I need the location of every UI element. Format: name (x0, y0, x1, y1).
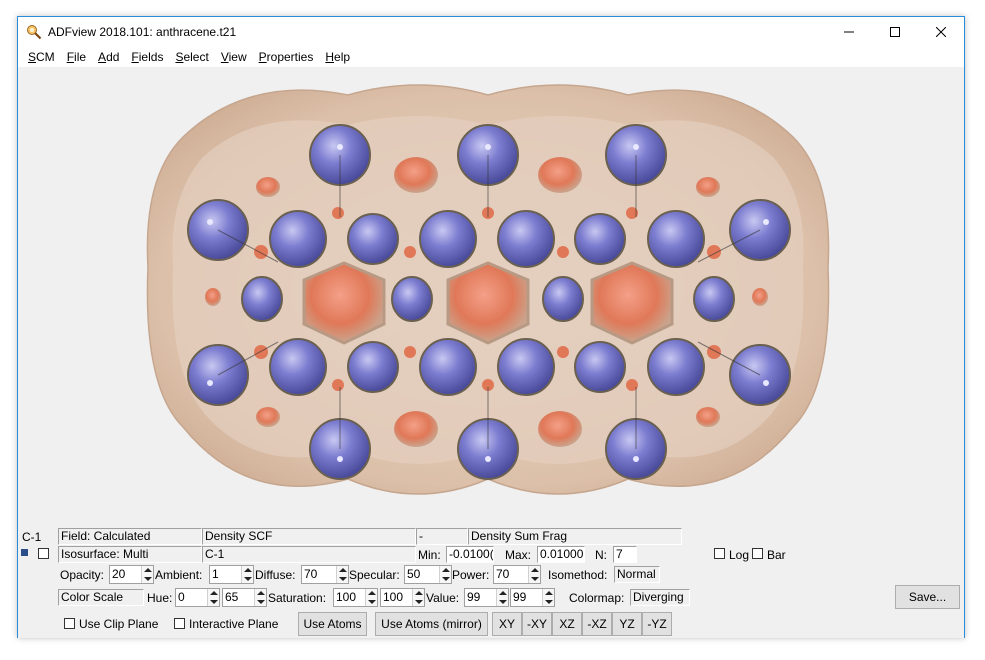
selection-indicator (21, 549, 28, 556)
density-field2-display[interactable]: Density Sum Frag (468, 528, 682, 545)
spin-arrows-icon[interactable] (439, 566, 451, 583)
field-type-display: Field: Calculated (58, 528, 202, 545)
use-atoms-mirror-button[interactable]: Use Atoms (mirror) (375, 612, 488, 636)
max-label: Max: (505, 548, 532, 562)
clip-plane-label: Use Clip Plane (79, 617, 159, 631)
spin-arrows-icon[interactable] (207, 589, 219, 606)
ambient-spinbox[interactable]: 1 (209, 565, 254, 584)
saturation-spinbox-2[interactable]: 100 (380, 588, 425, 607)
window-controls (826, 17, 964, 47)
isosurface-name-display: C-1 (202, 546, 416, 563)
opacity-spinbox[interactable]: 20 (109, 565, 154, 584)
menu-scm[interactable]: SCM (22, 50, 61, 64)
colormap-label: Colormap: (569, 591, 625, 605)
min-input[interactable]: -0.0100( (446, 546, 494, 563)
window-title: ADFview 2018.101: anthracene.t21 (48, 25, 237, 39)
clip-plane-checkbox[interactable] (64, 618, 75, 629)
close-button[interactable] (918, 17, 964, 47)
view-minus-xz-button[interactable]: -XZ (582, 612, 612, 636)
minimize-button[interactable] (826, 17, 872, 47)
density-field-display[interactable]: Density SCF (202, 528, 416, 545)
ambient-label: Ambient: (155, 568, 203, 582)
saturation-spinbox-1[interactable]: 100 (333, 588, 378, 607)
spin-arrows-icon[interactable] (412, 589, 424, 606)
diffuse-spinbox[interactable]: 70 (301, 565, 349, 584)
colormap-select[interactable]: Diverging (630, 589, 690, 606)
spin-arrows-icon[interactable] (336, 566, 348, 583)
hue-label: Hue: (147, 591, 173, 605)
use-atoms-button[interactable]: Use Atoms (298, 612, 367, 636)
spin-arrows-icon[interactable] (365, 589, 377, 606)
ring-hexagons (302, 261, 674, 345)
bar-label: Bar (767, 548, 786, 562)
menu-bar: SCM File Add Fields Select View Properti… (18, 47, 964, 67)
spin-arrows-icon[interactable] (241, 566, 253, 583)
menu-help[interactable]: Help (319, 50, 356, 64)
value-spinbox-2[interactable]: 99 (510, 588, 555, 607)
log-label: Log (729, 548, 750, 562)
specular-spinbox[interactable]: 50 (404, 565, 452, 584)
view-yz-button[interactable]: YZ (612, 612, 642, 636)
color-scale-select[interactable]: Color Scale (58, 589, 144, 606)
log-checkbox[interactable] (714, 548, 725, 559)
menu-fields[interactable]: Fields (125, 50, 169, 64)
min-label: Min: (418, 548, 441, 562)
adfview-app-icon (27, 25, 42, 40)
hue-spinbox-2[interactable]: 65 (222, 588, 267, 607)
interactive-plane-checkbox[interactable] (174, 618, 185, 629)
saturation-label: Saturation: (268, 591, 327, 605)
spin-arrows-icon[interactable] (496, 589, 508, 606)
menu-properties[interactable]: Properties (253, 50, 320, 64)
n-input[interactable]: 7 (613, 546, 637, 563)
interactive-plane-label: Interactive Plane (189, 617, 279, 631)
isosurface-type-display: Isosurface: Multi (58, 546, 202, 563)
view-minus-xy-button[interactable]: -XY (522, 612, 552, 636)
max-input[interactable]: 0.01000( (537, 546, 585, 563)
maximize-button[interactable] (872, 17, 918, 47)
diffuse-label: Diffuse: (255, 568, 296, 582)
view-minus-yz-button[interactable]: -YZ (642, 612, 672, 636)
isomethod-select[interactable]: Normal (614, 566, 660, 583)
menu-add[interactable]: Add (92, 50, 125, 64)
maximize-icon (890, 27, 900, 37)
value-spinbox-1[interactable]: 99 (464, 588, 509, 607)
save-button[interactable]: Save... (895, 585, 960, 609)
minimize-icon (844, 31, 854, 33)
field-id-label: C-1 (22, 530, 42, 544)
isomethod-label: Isomethod: (548, 568, 608, 582)
spin-arrows-icon[interactable] (528, 566, 540, 583)
view-xz-button[interactable]: XZ (552, 612, 582, 636)
power-label: Power: (452, 568, 490, 582)
specular-label: Specular: (349, 568, 400, 582)
opacity-label: Opacity: (60, 568, 105, 582)
spin-arrows-icon[interactable] (141, 566, 153, 583)
bar-checkbox[interactable] (752, 548, 763, 559)
view-xy-button[interactable]: XY (492, 612, 522, 636)
n-label: N: (595, 548, 607, 562)
value-label: Value: (426, 591, 460, 605)
spin-arrows-icon[interactable] (542, 589, 554, 606)
density-isosurface-render (146, 84, 830, 495)
hue-spinbox-1[interactable]: 0 (175, 588, 220, 607)
close-icon (936, 27, 946, 37)
app-window: ADFview 2018.101: anthracene.t21 SCM Fil… (17, 16, 965, 638)
title-bar[interactable]: ADFview 2018.101: anthracene.t21 (18, 17, 964, 47)
field-operator-display[interactable]: - (416, 528, 468, 545)
visible-checkbox[interactable] (38, 548, 49, 559)
molecule-viewport[interactable] (18, 67, 964, 527)
menu-view[interactable]: View (215, 50, 253, 64)
power-spinbox[interactable]: 70 (493, 565, 541, 584)
spin-arrows-icon[interactable] (254, 589, 266, 606)
isosurface-control-panel: C-1 Field: Calculated Density SCF - Dens… (18, 527, 964, 638)
menu-select[interactable]: Select (169, 50, 214, 64)
menu-file[interactable]: File (61, 50, 92, 64)
